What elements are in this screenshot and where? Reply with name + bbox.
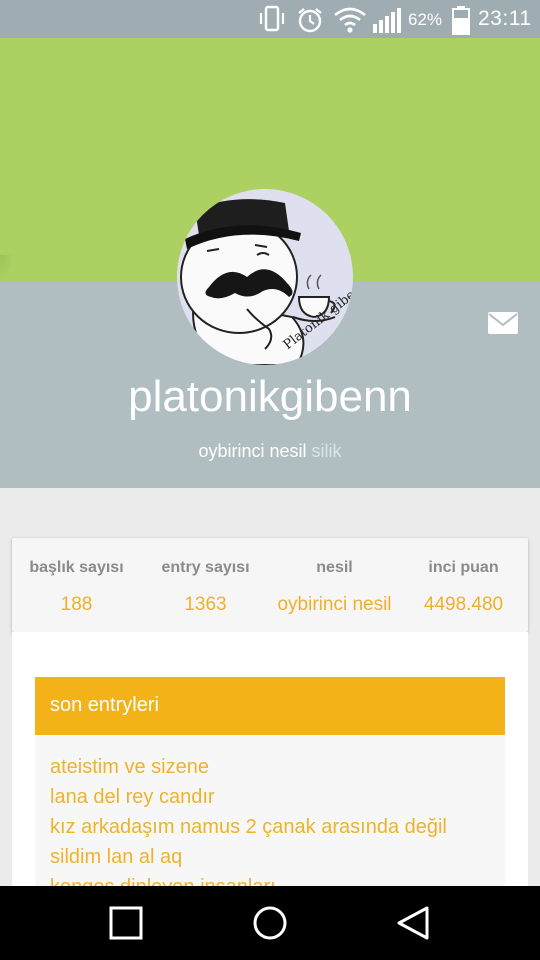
entry-link[interactable]: kız arkadaşım namus 2 çanak arasında değ… (50, 812, 505, 842)
home-button[interactable] (230, 886, 310, 960)
back-icon (397, 906, 429, 940)
battery-percent: 62% (408, 10, 443, 29)
navigation-bar (0, 886, 540, 960)
avatar-image (180, 199, 336, 365)
message-button[interactable] (486, 309, 520, 337)
entry-link[interactable]: lana del rey candır (50, 782, 505, 812)
battery-icon (452, 6, 470, 35)
username: platonikgibenn (128, 372, 412, 421)
stat-value: 4498.480 (423, 594, 504, 615)
status-tag: silik (311, 441, 342, 461)
stat-value: 1363 (184, 594, 227, 615)
profile-subtitle: oybirinci nesil silik (0, 441, 540, 462)
stat-label: nesil (316, 559, 353, 576)
stat-generation[interactable]: nesil oybirinci nesil (270, 538, 399, 616)
recent-entries-header: son entryleri (35, 677, 505, 735)
stat-label: başlık sayısı (29, 559, 124, 576)
status-bar: 62% 23:11 (0, 0, 540, 38)
stat-label: inci puan (428, 559, 499, 576)
cover-edge (0, 255, 14, 283)
stat-entry-count[interactable]: entry sayısı 1363 (141, 538, 270, 616)
stat-value: oybirinci nesil (277, 594, 392, 615)
signal-icon (373, 8, 401, 33)
avatar[interactable]: Platonik giben (177, 189, 353, 365)
generation-label: oybirinci nesil (198, 441, 307, 461)
mail-icon (488, 312, 518, 334)
wifi-icon (334, 7, 366, 33)
vibrate-icon (259, 5, 285, 32)
stat-label: entry sayısı (161, 559, 250, 576)
status-clock: 23:11 (478, 7, 532, 30)
recent-apps-button[interactable] (86, 886, 166, 960)
home-icon (253, 906, 287, 940)
recent-apps-icon (109, 906, 143, 940)
back-button[interactable] (372, 886, 452, 960)
alarm-icon (298, 8, 322, 33)
stat-karma[interactable]: inci puan 4498.480 (399, 538, 528, 616)
entry-link[interactable]: sildim lan al aq (50, 842, 505, 872)
stat-value: 188 (60, 594, 93, 615)
stat-topic-count[interactable]: başlık sayısı 188 (12, 538, 141, 616)
stats-card: başlık sayısı 188 entry sayısı 1363 nesi… (12, 538, 528, 632)
entry-link[interactable]: ateistim ve sizene (50, 752, 505, 782)
